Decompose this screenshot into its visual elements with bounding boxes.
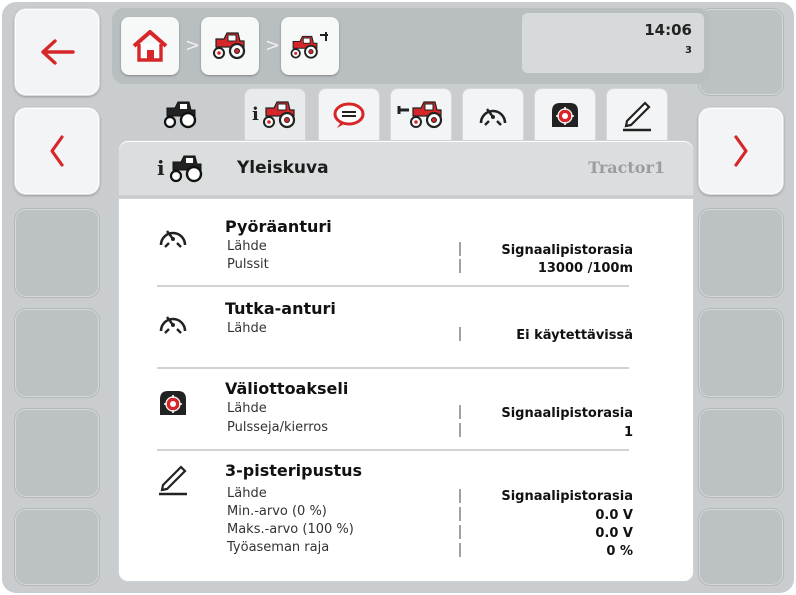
pto-icon [159,390,187,416]
softkey-left-6[interactable] [14,508,100,586]
row-value: 1 [623,425,633,440]
status-box: 14:06 3 [522,13,704,73]
section-title-wheel-sensor: Pyöräanturi [225,217,332,236]
section-title-radar-sensor: Tutka-anturi [225,299,336,318]
tractor-icon [212,31,246,60]
row-label: Lähde [227,321,267,336]
svg-text:i: i [157,156,165,180]
separator [459,489,461,503]
row-value: 0.0 V [595,508,633,523]
chevron-right-icon [734,135,748,167]
home-icon [132,30,168,62]
softkey-right-4[interactable] [698,308,784,398]
row-value: Signaalipistorasia [501,406,633,421]
tab-speed-sensor[interactable] [462,88,524,142]
pto-icon [551,102,579,128]
overview-panel: Pyöräanturi Lähde Signaalipistorasia Pul… [118,198,694,582]
softkey-left-3[interactable] [14,208,100,298]
section-divider [157,449,629,451]
row-label: Lähde [227,401,267,416]
tab-three-point-hitch[interactable] [606,88,668,142]
tab-pto[interactable] [534,88,596,142]
speed-sensor-icon [159,315,187,335]
row-value: 0 % [606,544,633,559]
tab-tractor[interactable] [150,88,212,142]
row-label: Lähde [227,239,267,254]
row-value: Ei käytettävissä [516,328,633,343]
tab-messages[interactable] [318,88,380,142]
page-title-bar: i Yleiskuva Tractor1 [118,140,694,196]
separator [459,327,461,341]
svg-text:i: i [252,104,259,125]
tractor-hitch-icon [397,100,443,129]
separator [459,543,461,557]
tractor-info-icon: i [252,100,296,129]
tractor-name: Tractor1 [588,158,665,177]
breadcrumb-tractor-implement[interactable] [281,17,339,75]
row-label: Lähde [227,486,267,501]
next-button[interactable] [698,107,784,195]
separator [459,405,461,419]
page-title: Yleiskuva [237,158,329,178]
breadcrumb-separator: > [185,35,201,56]
row-value: 0.0 V [595,526,633,541]
breadcrumb-separator: > [265,35,281,56]
header-bar: > > 14:06 3 [112,8,710,84]
separator [459,259,461,273]
row-value: Signaalipistorasia [501,243,633,258]
row-label: Min.-arvo (0 %) [227,504,327,519]
row-label: Pulsseja/kierros [227,420,329,435]
breadcrumb-tractor[interactable] [201,17,259,75]
three-point-hitch-icon [621,101,653,132]
softkey-right-6[interactable] [698,508,784,586]
speed-sensor-icon [159,229,187,249]
previous-button[interactable] [14,107,100,195]
section-divider [157,367,629,369]
tab-hitch[interactable] [390,88,452,142]
softkey-right-3[interactable] [698,208,784,298]
speech-bubble-icon [333,102,365,128]
breadcrumb-home[interactable] [121,17,179,75]
tractor-implement-icon [290,32,328,59]
row-value: Signaalipistorasia [501,489,633,504]
speed-sensor-icon [479,107,507,127]
section-divider [157,285,629,287]
section-title-three-point-hitch: 3-pisteripustus [225,461,363,480]
softkey-left-5[interactable] [14,408,100,498]
softkey-left-4[interactable] [14,308,100,398]
row-label: Työaseman raja [227,540,330,555]
clock-sub: 3 [685,45,692,56]
arrow-left-icon [41,39,75,65]
row-label: Pulssit [227,257,269,272]
separator [459,242,461,256]
separator [459,525,461,539]
row-value: 13000 /100m [537,261,633,276]
three-point-hitch-icon [157,465,189,496]
softkey-right-1[interactable] [698,8,784,96]
tractor-icon [163,100,197,129]
row-label: Maks.-arvo (100 %) [227,522,354,537]
separator [459,507,461,521]
clock-time: 14:06 [644,21,692,39]
separator [459,423,461,437]
chevron-left-icon [50,135,64,167]
softkey-right-5[interactable] [698,408,784,498]
section-title-pto: Väliottoakseli [225,379,349,398]
back-button[interactable] [14,8,100,96]
tractor-info-icon: i [157,154,203,183]
tab-overview[interactable]: i [244,88,306,142]
